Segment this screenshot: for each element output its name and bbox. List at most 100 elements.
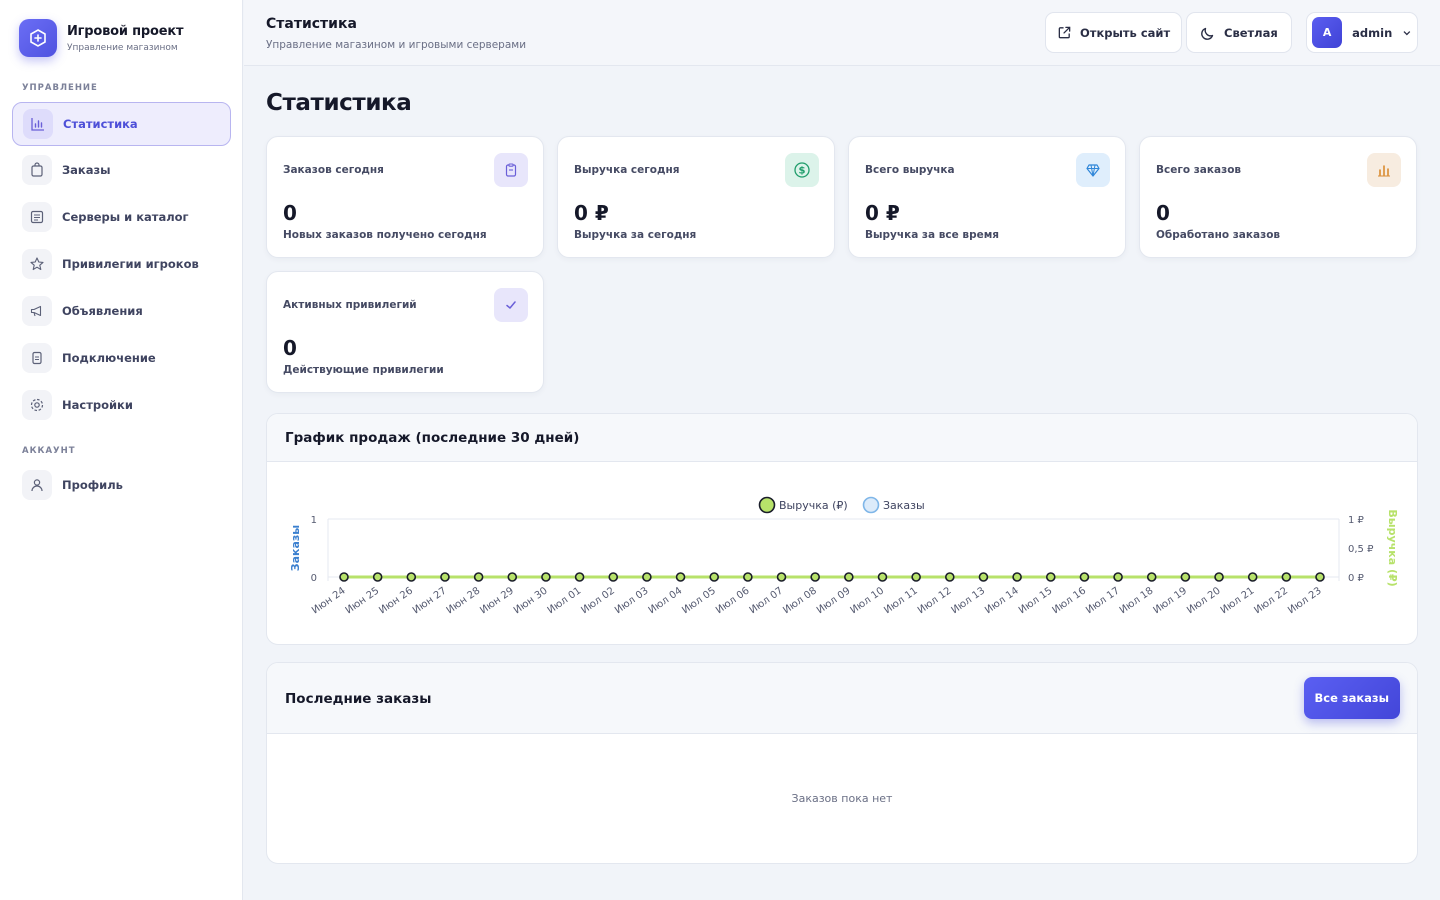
legend-label-revenue: Выручка (₽) bbox=[779, 499, 848, 512]
stat-value: 0 bbox=[283, 201, 297, 225]
stat-desc: Новых заказов получено сегодня bbox=[283, 229, 487, 241]
y-axis-label-left: Заказы bbox=[289, 525, 302, 572]
sidebar-item-label: Серверы и каталог bbox=[62, 210, 189, 224]
data-point-revenue bbox=[574, 572, 585, 582]
sidebar-item-profile[interactable]: Профиль bbox=[12, 463, 231, 507]
user-name: admin bbox=[1352, 25, 1393, 40]
recent-orders-panel: Последние заказы Все заказы Заказов пока… bbox=[266, 662, 1418, 864]
recent-orders-title: Последние заказы bbox=[285, 691, 432, 707]
data-point-revenue bbox=[1113, 572, 1123, 582]
x-tick-label: Июл 05 bbox=[680, 585, 718, 616]
legend-label-orders: Заказы bbox=[883, 499, 925, 512]
data-point-revenue bbox=[944, 572, 955, 582]
data-point-revenue bbox=[473, 572, 484, 582]
x-tick-label: Июл 19 bbox=[1151, 585, 1189, 616]
x-tick-label: Июл 04 bbox=[647, 585, 685, 616]
sidebar-item-label: Подключение bbox=[62, 351, 156, 365]
brand[interactable]: Игровой проект Управление магазином bbox=[19, 19, 183, 57]
section-label-account: АККАУНТ bbox=[22, 446, 76, 456]
data-point-revenue bbox=[1079, 572, 1090, 582]
stat-label: Выручка сегодня bbox=[574, 164, 680, 176]
sidebar-item-statistics[interactable]: Статистика bbox=[12, 102, 231, 146]
stat-card-orders-today: Заказов сегодня 0 Новых заказов получено… bbox=[266, 136, 544, 258]
sales-chart-title: График продаж (последние 30 дней) bbox=[285, 430, 580, 446]
y-tick-label-right: 1 ₽ bbox=[1348, 515, 1365, 526]
user-menu-button[interactable]: A admin bbox=[1306, 12, 1418, 53]
legend-swatch-revenue bbox=[758, 496, 776, 514]
file-icon bbox=[22, 343, 52, 373]
x-tick-label: Июл 13 bbox=[950, 585, 988, 616]
header-title: Статистика bbox=[266, 16, 357, 32]
legend-swatch-orders bbox=[862, 496, 880, 514]
open-site-label: Открыть сайт bbox=[1080, 25, 1171, 40]
x-tick-label: Июл 09 bbox=[815, 585, 853, 616]
x-tick-label: Июл 16 bbox=[1051, 585, 1089, 616]
x-tick-label: Июл 22 bbox=[1252, 585, 1290, 616]
stat-value: 0 bbox=[283, 336, 297, 360]
data-point-revenue bbox=[1180, 572, 1191, 582]
data-point-revenue bbox=[1281, 572, 1292, 582]
x-tick-label: Июн 30 bbox=[512, 585, 550, 616]
x-tick-label: Июн 29 bbox=[478, 585, 516, 616]
data-point-revenue bbox=[1146, 572, 1157, 582]
all-orders-button[interactable]: Все заказы bbox=[1303, 677, 1400, 719]
y-axis-label-right: Выручка (₽) bbox=[1386, 509, 1399, 586]
sidebar-item-label: Объявления bbox=[62, 304, 143, 318]
stat-value: 0 bbox=[1156, 201, 1170, 225]
sidebar-item-servers[interactable]: Серверы и каталог bbox=[12, 195, 231, 239]
stat-card-revenue-today: Выручка сегодня $ 0 ₽ Выручка за сегодня bbox=[557, 136, 835, 258]
stat-desc: Обработано заказов bbox=[1156, 229, 1281, 241]
bar-chart-icon bbox=[23, 109, 53, 139]
data-point-revenue bbox=[978, 572, 989, 582]
brand-subtitle: Управление магазином bbox=[67, 42, 178, 53]
sidebar-item-connection[interactable]: Подключение bbox=[12, 336, 231, 380]
x-tick-label: Июл 20 bbox=[1185, 585, 1223, 616]
data-point-revenue bbox=[1214, 572, 1224, 582]
stat-value: 0 ₽ bbox=[574, 201, 609, 225]
section-label-manage: УПРАВЛЕНИЕ bbox=[22, 83, 98, 93]
sidebar-item-announcements[interactable]: Объявления bbox=[12, 289, 231, 333]
megaphone-icon bbox=[22, 296, 52, 326]
x-tick-label: Июн 25 bbox=[344, 585, 382, 616]
sidebar-item-orders[interactable]: Заказы bbox=[12, 148, 231, 192]
y-tick-label-right: 0 ₽ bbox=[1348, 573, 1365, 584]
x-tick-label: Июн 27 bbox=[411, 585, 449, 616]
x-tick-label: Июл 17 bbox=[1084, 585, 1122, 616]
x-tick-label: Июл 08 bbox=[781, 585, 819, 616]
sidebar-item-label: Статистика bbox=[63, 117, 138, 131]
data-point-revenue bbox=[1315, 572, 1325, 582]
stat-desc: Действующие привилегии bbox=[283, 364, 444, 376]
stat-label: Всего заказов bbox=[1156, 164, 1242, 176]
bar-chart-icon bbox=[1367, 153, 1401, 187]
data-point-revenue bbox=[709, 572, 720, 582]
x-tick-label: Июн 28 bbox=[445, 585, 483, 616]
sidebar-item-label: Профиль bbox=[62, 478, 123, 492]
y-tick-label-right: 0,5 ₽ bbox=[1348, 544, 1374, 555]
star-icon bbox=[22, 249, 52, 279]
stat-card-total-revenue: Всего выручка 0 ₽ Выручка за все время bbox=[848, 136, 1126, 258]
data-point-revenue bbox=[608, 572, 619, 582]
data-point-revenue bbox=[675, 572, 686, 582]
sidebar: Игровой проект Управление магазином УПРА… bbox=[0, 0, 243, 900]
user-icon bbox=[22, 470, 52, 500]
stat-desc: Выручка за сегодня bbox=[574, 229, 697, 241]
x-tick-label: Июл 01 bbox=[546, 585, 584, 616]
dollar-icon: $ bbox=[785, 153, 819, 187]
x-tick-label: Июл 15 bbox=[1017, 585, 1055, 616]
data-point-revenue bbox=[406, 572, 417, 582]
data-point-revenue bbox=[339, 572, 349, 582]
sidebar-item-settings[interactable]: Настройки bbox=[12, 383, 231, 427]
x-tick-label: Июл 11 bbox=[882, 585, 920, 616]
sidebar-item-privileges[interactable]: Привилегии игроков bbox=[12, 242, 231, 286]
x-tick-label: Июл 23 bbox=[1286, 585, 1324, 616]
sales-chart-header: График продаж (последние 30 дней) bbox=[267, 414, 1417, 462]
brand-title: Игровой проект bbox=[67, 23, 184, 39]
x-tick-label: Июн 24 bbox=[310, 585, 348, 616]
moon-icon bbox=[1201, 27, 1214, 40]
open-site-button[interactable]: Открыть сайт bbox=[1045, 12, 1183, 53]
sidebar-item-label: Настройки bbox=[62, 398, 133, 412]
svg-text:$: $ bbox=[799, 166, 806, 177]
theme-toggle-button[interactable]: Светлая bbox=[1186, 12, 1292, 53]
gear-icon bbox=[22, 390, 52, 420]
x-tick-label: Июл 07 bbox=[748, 585, 786, 616]
